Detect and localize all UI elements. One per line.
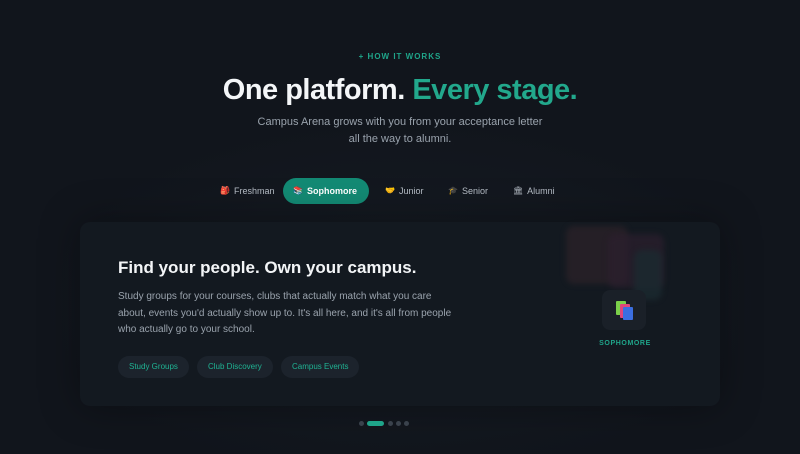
books-icon: 📚 <box>293 186 303 195</box>
headline-part-1: One platform. <box>222 74 406 106</box>
chip-study-groups[interactable]: Study Groups <box>118 356 189 378</box>
tab-senior[interactable]: 🎓 Senior <box>438 178 498 204</box>
carousel-dot[interactable] <box>404 421 409 426</box>
chip-club-discovery[interactable]: Club Discovery <box>197 356 273 378</box>
section-eyebrow: + HOW IT WORKS <box>358 52 442 61</box>
tab-label: Junior <box>398 186 424 196</box>
tab-label: Sophomore <box>306 186 357 196</box>
sophomore-card <box>602 290 646 330</box>
section-subtitle: Campus Arena grows with you from your ac… <box>200 114 600 148</box>
stage-tabs: 🎒 Freshman 📚 Sophomore 🤝 Junior 🎓 Senior… <box>0 178 800 204</box>
tab-freshman[interactable]: 🎒 Freshman <box>210 178 284 204</box>
books-icon <box>616 301 633 320</box>
panel-title: Find your people. Own your campus. <box>118 258 417 277</box>
tab-label: Freshman <box>233 186 275 196</box>
subtitle-line-2: all the way to alumni. <box>348 133 452 145</box>
handshake-icon: 🤝 <box>385 186 395 195</box>
backpack-icon: 🎒 <box>220 186 230 195</box>
carousel-dot[interactable] <box>388 421 393 426</box>
section-headline: One platform. Every stage. <box>0 72 800 108</box>
chip-campus-events[interactable]: Campus Events <box>281 356 360 378</box>
card-stage-label: SOPHOMORE <box>599 340 651 347</box>
tab-alumni[interactable]: 🏛 Alumni <box>503 178 565 204</box>
carousel-dots <box>0 420 800 426</box>
subtitle-line-1: Campus Arena grows with you from your ac… <box>257 116 543 128</box>
graduation-cap-icon: 🎓 <box>448 186 458 195</box>
tab-label: Alumni <box>527 186 555 196</box>
carousel-dot[interactable] <box>359 421 364 426</box>
institution-icon: 🏛 <box>513 186 524 195</box>
panel-description: Study groups for your courses, clubs tha… <box>118 291 452 335</box>
carousel-dot[interactable] <box>396 421 401 426</box>
tab-label: Senior <box>461 186 488 196</box>
tab-sophomore[interactable]: 📚 Sophomore <box>283 178 369 204</box>
tab-junior[interactable]: 🤝 Junior <box>375 178 433 204</box>
headline-part-2: Every stage. <box>412 74 578 106</box>
carousel-dot-active[interactable] <box>367 421 384 426</box>
